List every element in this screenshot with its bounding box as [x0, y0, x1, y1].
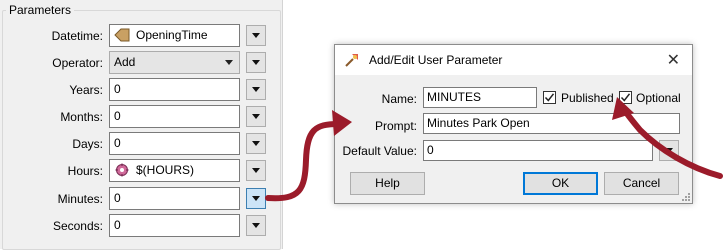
dialog-title: Add/Edit User Parameter: [369, 53, 503, 67]
help-button[interactable]: Help: [350, 172, 425, 195]
chevron-down-icon: [225, 60, 233, 65]
param-label: Years:: [69, 83, 103, 97]
default-value-label: Default Value:: [342, 144, 418, 158]
prompt-input[interactable]: Minutes Park Open: [423, 113, 680, 134]
minutes-menu-button[interactable]: [246, 188, 266, 209]
dialog-titlebar[interactable]: Add/Edit User Parameter ✕: [335, 45, 692, 75]
param-row-operator: Operator: Add: [0, 51, 283, 75]
user-parameter-icon: [115, 163, 129, 177]
seconds-menu-button[interactable]: [246, 215, 266, 236]
default-value-menu-button[interactable]: [659, 140, 679, 161]
days-menu-button[interactable]: [246, 133, 266, 154]
default-value-input[interactable]: 0: [423, 140, 653, 161]
hours-field[interactable]: $(HOURS): [109, 159, 240, 182]
years-input[interactable]: 0: [109, 78, 240, 101]
datetime-menu-button[interactable]: [246, 25, 266, 46]
parameters-panel: Parameters Datetime: OpeningTime Operato…: [0, 0, 283, 250]
published-label: Published: [561, 91, 614, 105]
param-row-seconds: Seconds: 0: [0, 214, 283, 238]
param-label: Operator:: [52, 56, 103, 70]
years-menu-button[interactable]: [246, 79, 266, 100]
optional-checkbox[interactable]: [619, 91, 632, 104]
resize-grip-icon[interactable]: [680, 191, 690, 201]
param-row-minutes: Minutes: 0: [0, 187, 283, 211]
operator-menu-button[interactable]: [246, 52, 266, 73]
datetime-value: OpeningTime: [136, 28, 208, 42]
param-row-years: Years: 0: [0, 78, 283, 102]
close-icon[interactable]: ✕: [667, 50, 680, 70]
seconds-input[interactable]: 0: [109, 214, 240, 237]
app-icon: [345, 54, 358, 67]
param-label: Seconds:: [52, 219, 103, 233]
param-row-months: Months: 0: [0, 105, 283, 129]
hours-value: $(HOURS): [136, 163, 195, 177]
param-row-hours: Hours: $(HOURS): [0, 159, 283, 183]
prompt-label: Prompt:: [374, 119, 417, 133]
days-input[interactable]: 0: [109, 132, 240, 155]
param-label: Days:: [72, 137, 103, 151]
name-label: Name:: [381, 92, 417, 106]
add-edit-user-parameter-dialog: Add/Edit User Parameter ✕ Name: MINUTES …: [334, 44, 693, 204]
months-menu-button[interactable]: [246, 106, 266, 127]
operator-value: Add: [114, 55, 136, 69]
checkmark-icon: [620, 93, 631, 102]
param-label: Minutes:: [57, 192, 103, 206]
optional-label: Optional: [636, 91, 681, 105]
param-label: Months:: [60, 110, 103, 124]
published-checkbox[interactable]: [543, 91, 556, 104]
param-row-days: Days: 0: [0, 132, 283, 156]
param-row-datetime: Datetime: OpeningTime: [0, 24, 283, 48]
hours-menu-button[interactable]: [246, 160, 266, 181]
param-label: Hours:: [67, 164, 103, 178]
months-input[interactable]: 0: [109, 105, 240, 128]
operator-select[interactable]: Add: [109, 51, 240, 74]
checkmark-icon: [544, 93, 555, 102]
cancel-button[interactable]: Cancel: [604, 172, 679, 195]
name-input[interactable]: MINUTES: [423, 87, 537, 108]
minutes-input[interactable]: 0: [109, 187, 240, 210]
datetime-field[interactable]: OpeningTime: [109, 24, 240, 47]
param-label: Datetime:: [51, 29, 103, 43]
attribute-icon: [114, 28, 130, 42]
parameters-group-title: Parameters: [6, 3, 75, 17]
ok-button[interactable]: OK: [523, 172, 598, 195]
